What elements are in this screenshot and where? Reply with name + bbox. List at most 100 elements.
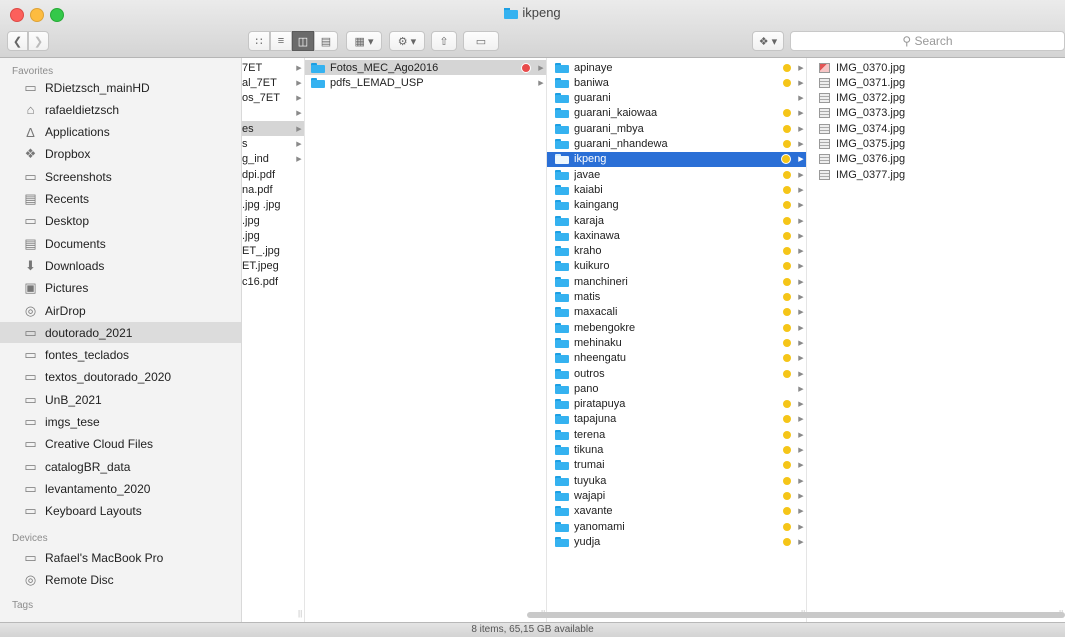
sidebar-item[interactable]: ❖ Dropbox: [0, 144, 241, 165]
folder-row[interactable]: guarani_mbya ▶: [547, 121, 806, 136]
list-view-button[interactable]: ≡: [270, 31, 292, 51]
folder-row[interactable]: kaiabi ▶: [547, 182, 806, 197]
folder-row[interactable]: piratapuya ▶: [547, 397, 806, 412]
list-item[interactable]: ▶: [242, 106, 304, 121]
chevron-right-icon: ▶: [296, 110, 302, 118]
folder-row[interactable]: kaxinawa ▶: [547, 228, 806, 243]
sidebar-item[interactable]: ∆ Applications: [0, 122, 241, 143]
folder-row[interactable]: terena ▶: [547, 427, 806, 442]
horizontal-scrollbar[interactable]: [527, 612, 1065, 618]
list-item[interactable]: s ▶: [242, 137, 304, 152]
tag-dot: [783, 140, 791, 148]
list-item[interactable]: al_7ET ▶: [242, 75, 304, 90]
sidebar-item[interactable]: ⬇ Downloads: [0, 255, 241, 276]
folder-row[interactable]: tapajuna ▶: [547, 412, 806, 427]
folder-row[interactable]: Fotos_MEC_Ago2016 ▶: [305, 60, 546, 75]
folder-row[interactable]: tikuna ▶: [547, 443, 806, 458]
folder-row[interactable]: matis ▶: [547, 290, 806, 305]
list-item[interactable]: g_ind ▶: [242, 152, 304, 167]
sidebar-item[interactable]: ▭ fontes_teclados: [0, 345, 241, 366]
folder-row[interactable]: kaingang ▶: [547, 198, 806, 213]
sidebar-item[interactable]: ▭ doutorado_2021: [0, 322, 241, 344]
column-1[interactable]: || 7ET ▶ al_7ET ▶ os_7ET ▶ ▶ es ▶ s ▶ g_ind ▶ dpi.pdf…: [242, 58, 305, 622]
list-item[interactable]: 7ET ▶: [242, 60, 304, 75]
list-item[interactable]: dpi.pdf: [242, 167, 304, 182]
folder-row[interactable]: tuyuka ▶: [547, 473, 806, 488]
file-row[interactable]: IMG_0376.jpg: [807, 152, 1065, 167]
list-item[interactable]: ET_.jpg: [242, 244, 304, 259]
sidebar-item[interactable]: ▭ UnB_2021: [0, 389, 241, 410]
sidebar-item[interactable]: ◎ Remote Disc: [0, 569, 241, 590]
sidebar-item[interactable]: ▣ Pictures: [0, 278, 241, 299]
file-row[interactable]: IMG_0377.jpg: [807, 167, 1065, 182]
sidebar-item[interactable]: ▤ Documents: [0, 233, 241, 254]
list-item[interactable]: na.pdf: [242, 182, 304, 197]
folder-row[interactable]: karaja ▶: [547, 213, 806, 228]
sidebar-item[interactable]: ▭ Keyboard Layouts: [0, 501, 241, 522]
folder-row[interactable]: nheengatu ▶: [547, 351, 806, 366]
icon-view-button[interactable]: ∷: [248, 31, 270, 51]
dropbox-button[interactable]: ❖ ▾: [752, 31, 784, 51]
file-row[interactable]: IMG_0374.jpg: [807, 121, 1065, 136]
folder-row[interactable]: xavante ▶: [547, 504, 806, 519]
list-item[interactable]: .jpg .jpg: [242, 198, 304, 213]
sidebar-item[interactable]: ▭ levantamento_2020: [0, 478, 241, 499]
item-name: matis: [574, 291, 601, 303]
group-button[interactable]: ▦ ▾: [346, 31, 382, 51]
folder-row[interactable]: mehinaku ▶: [547, 335, 806, 350]
file-row[interactable]: IMG_0371.jpg: [807, 75, 1065, 90]
list-item[interactable]: .jpg: [242, 213, 304, 228]
search-input[interactable]: ⚲ Search: [790, 31, 1065, 51]
forward-button[interactable]: ❯: [28, 31, 49, 51]
tag-button[interactable]: ▭: [463, 31, 499, 51]
column-resize-handle[interactable]: ||: [298, 609, 302, 618]
sidebar-item[interactable]: ⌂ rafaeldietzsch: [0, 99, 241, 120]
file-row[interactable]: IMG_0375.jpg: [807, 137, 1065, 152]
list-item[interactable]: ET.jpeg: [242, 259, 304, 274]
sidebar-item[interactable]: ◎ AirDrop: [0, 300, 241, 321]
sidebar-item[interactable]: ▭ imgs_tese: [0, 412, 241, 433]
action-button[interactable]: ⚙ ▾: [389, 31, 425, 51]
column-4[interactable]: || IMG_0370.jpgIMG_0371.jpgIMG_0372.jpgI…: [807, 58, 1065, 622]
sidebar-item[interactable]: ▭ textos_doutorado_2020: [0, 367, 241, 388]
folder-row[interactable]: guarani ▶: [547, 91, 806, 106]
sidebar-item[interactable]: ▤ Recents: [0, 189, 241, 210]
folder-row[interactable]: kuikuro ▶: [547, 259, 806, 274]
folder-row[interactable]: pano ▶: [547, 381, 806, 396]
folder-row[interactable]: javae ▶: [547, 167, 806, 182]
column-2[interactable]: || Fotos_MEC_Ago2016▶pdfs_LEMAD_USP▶: [305, 58, 547, 622]
folder-row[interactable]: yanomami ▶: [547, 519, 806, 534]
folder-row[interactable]: pdfs_LEMAD_USP ▶: [305, 75, 546, 90]
folder-row[interactable]: baniwa ▶: [547, 75, 806, 90]
folder-row[interactable]: manchineri ▶: [547, 274, 806, 289]
list-item[interactable]: c16.pdf: [242, 274, 304, 289]
folder-row[interactable]: guarani_kaiowaa ▶: [547, 106, 806, 121]
column-view-button[interactable]: ◫: [292, 31, 314, 51]
coverflow-view-button[interactable]: ▤: [314, 31, 338, 51]
sidebar-item[interactable]: ▭ Creative Cloud Files: [0, 434, 241, 455]
folder-row[interactable]: maxacali ▶: [547, 305, 806, 320]
sidebar-item[interactable]: ▭ Screenshots: [0, 166, 241, 187]
folder-row[interactable]: kraho ▶: [547, 244, 806, 259]
folder-row[interactable]: ikpeng ▶: [547, 151, 806, 167]
folder-row[interactable]: mebengokre ▶: [547, 320, 806, 335]
folder-row[interactable]: apinaye ▶: [547, 60, 806, 75]
folder-row[interactable]: guarani_nhandewa ▶: [547, 137, 806, 152]
back-button[interactable]: ❮: [7, 31, 28, 51]
folder-row[interactable]: outros ▶: [547, 366, 806, 381]
sidebar-item[interactable]: ▭ RDietzsch_mainHD: [0, 77, 241, 98]
file-row[interactable]: IMG_0370.jpg: [807, 60, 1065, 75]
sidebar-item[interactable]: ▭ catalogBR_data: [0, 456, 241, 477]
folder-row[interactable]: wajapi ▶: [547, 488, 806, 503]
share-button[interactable]: ⇧: [431, 31, 457, 51]
folder-row[interactable]: trumai ▶: [547, 458, 806, 473]
file-row[interactable]: IMG_0372.jpg: [807, 91, 1065, 106]
file-row[interactable]: IMG_0373.jpg: [807, 106, 1065, 121]
folder-row[interactable]: yudja ▶: [547, 534, 806, 549]
list-item[interactable]: os_7ET ▶: [242, 91, 304, 106]
sidebar-item[interactable]: ▭ Desktop: [0, 211, 241, 232]
list-item[interactable]: .jpg: [242, 228, 304, 243]
sidebar-item[interactable]: ▭ Rafael's MacBook Pro: [0, 547, 241, 568]
list-item[interactable]: es ▶: [242, 121, 304, 137]
column-3[interactable]: || apinaye▶baniwa▶guarani▶guarani_kaiowa…: [547, 58, 807, 622]
